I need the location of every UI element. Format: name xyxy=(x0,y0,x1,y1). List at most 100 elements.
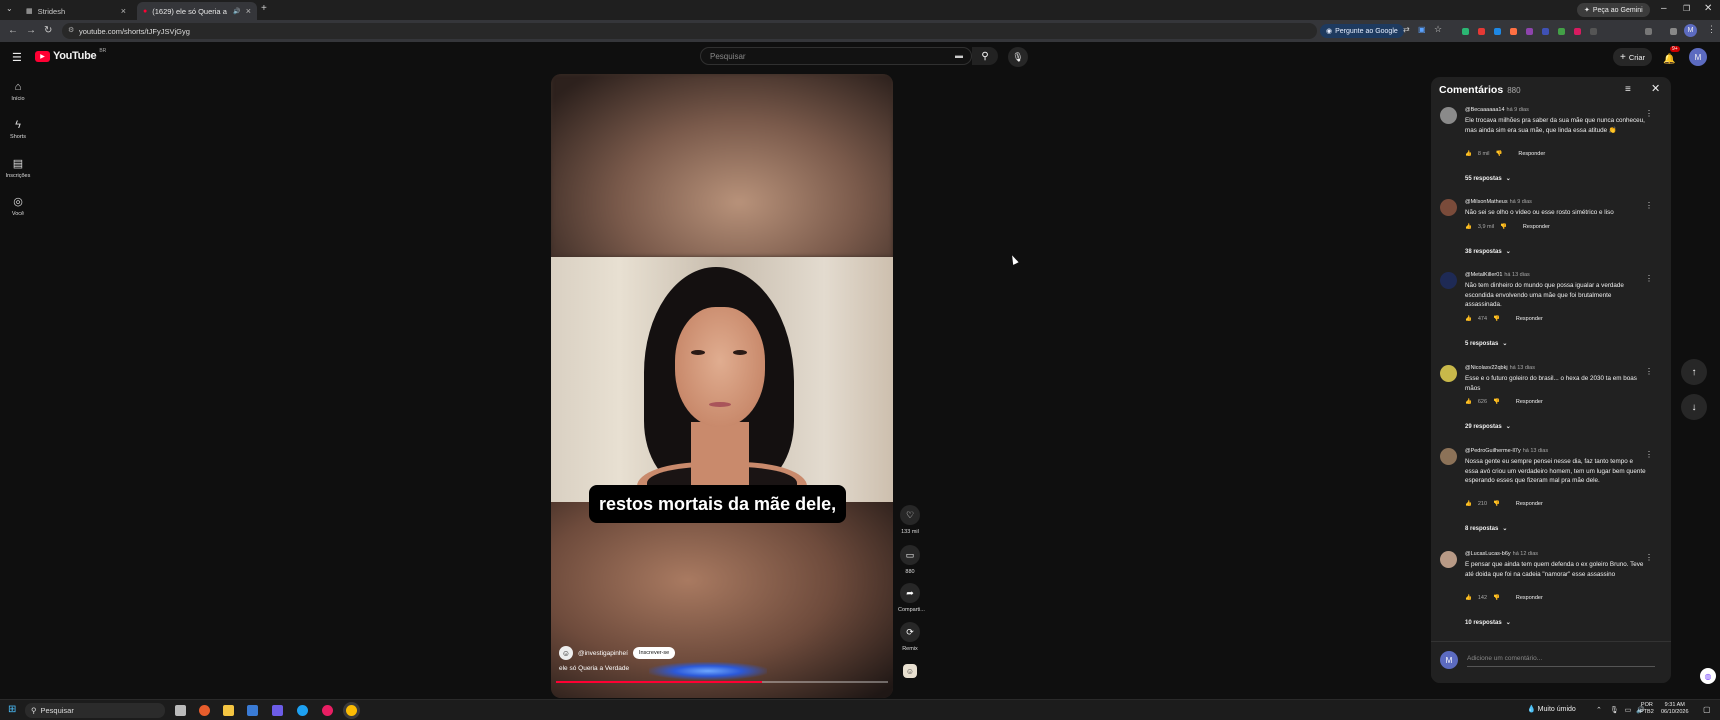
notification-center-icon[interactable]: ▢ xyxy=(1703,705,1711,714)
sidebar-item-home[interactable]: ⌂ Início xyxy=(2,81,34,102)
sort-icon[interactable]: ≡ xyxy=(1625,84,1631,95)
comments-button[interactable]: ▭ 880 xyxy=(898,545,922,575)
extension-icon[interactable] xyxy=(1510,28,1517,35)
next-video-button[interactable]: ↓ xyxy=(1681,394,1707,420)
ask-google-button[interactable]: ◉ Pergunte ao Google xyxy=(1320,24,1404,38)
address-bar[interactable]: ⚙ youtube.com/shorts/tJFyJSVjGyg xyxy=(62,23,1317,39)
comment-avatar[interactable] xyxy=(1440,199,1457,216)
language-indicator[interactable]: POR PTB2 xyxy=(1640,702,1654,716)
comment-time[interactable]: há 13 dias xyxy=(1510,365,1535,371)
minimize-icon[interactable]: – xyxy=(1661,3,1667,14)
youtube-logo[interactable]: ▶ YouTube BR xyxy=(35,48,106,62)
thumbs-down-icon[interactable]: 👎 xyxy=(1493,595,1500,601)
reload-icon[interactable]: ↻ xyxy=(44,25,52,36)
channel-avatar[interactable]: ☺ xyxy=(559,646,573,660)
windows-start-icon[interactable]: ⊞ xyxy=(8,704,16,715)
thumbs-down-icon[interactable]: 👎 xyxy=(1493,316,1500,322)
comment-author[interactable]: @MetalKiller01 xyxy=(1465,272,1502,278)
extension-icon[interactable] xyxy=(1542,28,1549,35)
thumbs-down-icon[interactable]: 👎 xyxy=(1500,224,1507,230)
task-view-icon[interactable] xyxy=(175,705,186,716)
thumbs-down-icon[interactable]: 👎 xyxy=(1495,151,1502,157)
profile-avatar[interactable]: M xyxy=(1684,24,1697,37)
thumbs-up-icon[interactable]: 👍 xyxy=(1465,501,1472,507)
comment-more-icon[interactable]: ⋮ xyxy=(1645,450,1653,459)
view-replies-button[interactable]: 5 respostas ⌄ xyxy=(1465,340,1507,347)
comment-author[interactable]: @Nicolasv22qbkj xyxy=(1465,365,1508,371)
comment-more-icon[interactable]: ⋮ xyxy=(1645,109,1653,118)
taskbar-search[interactable]: ⚲ Pesquisar xyxy=(25,703,165,718)
search-button[interactable]: ⚲ xyxy=(972,47,998,65)
extension-icon[interactable] xyxy=(1494,28,1501,35)
view-replies-button[interactable]: 29 respostas ⌄ xyxy=(1465,423,1511,430)
comment-author[interactable]: @MilsonMatheus xyxy=(1465,199,1508,205)
site-info-icon[interactable]: ⚙ xyxy=(68,26,74,34)
remix-button[interactable]: ⟳ Remix xyxy=(898,622,922,652)
view-replies-button[interactable]: 10 respostas ⌄ xyxy=(1465,619,1511,626)
extension-icon[interactable] xyxy=(1478,28,1485,35)
add-comment-input[interactable]: Adicione um comentário... xyxy=(1467,655,1542,662)
comment-author[interactable]: @PedroGuilherme-ll7y xyxy=(1465,448,1521,454)
sidebar-item-subscriptions[interactable]: ▤ Inscrições xyxy=(2,157,34,179)
extension-icon[interactable] xyxy=(1558,28,1565,35)
sidebar-item-you[interactable]: ◎ Você xyxy=(2,195,34,217)
forward-icon[interactable]: → xyxy=(26,25,36,36)
bookmark-star-icon[interactable]: ☆ xyxy=(1434,24,1442,35)
thumbs-up-icon[interactable]: 👍 xyxy=(1465,595,1472,601)
sidebar-item-shorts[interactable]: ϟ Shorts xyxy=(2,119,34,140)
comment-more-icon[interactable]: ⋮ xyxy=(1645,367,1653,376)
close-tab-icon[interactable]: × xyxy=(121,6,126,16)
previous-video-button[interactable]: ↑ xyxy=(1681,359,1707,385)
thumbs-up-icon[interactable]: 👍 xyxy=(1465,399,1472,405)
comment-time[interactable]: há 9 dias xyxy=(1507,107,1529,113)
media-app-icon[interactable] xyxy=(322,705,333,716)
thumbs-down-icon[interactable]: 👎 xyxy=(1493,501,1500,507)
install-app-icon[interactable]: ▣ xyxy=(1418,25,1426,34)
comment-author[interactable]: @LucasLucas-b6y xyxy=(1465,551,1511,557)
chat-bubble-icon[interactable]: ◍ xyxy=(1700,668,1716,684)
hamburger-menu-icon[interactable]: ☰ xyxy=(12,51,22,64)
tab-youtube[interactable]: ● (1629) ele só Queria a Verdade 🔊 × xyxy=(137,2,257,20)
browser-menu-icon[interactable]: ⋮ xyxy=(1707,24,1716,35)
close-window-icon[interactable]: ✕ xyxy=(1704,3,1712,14)
store-icon[interactable] xyxy=(247,705,258,716)
view-replies-button[interactable]: 55 respostas ⌄ xyxy=(1465,175,1511,182)
comment-author[interactable]: @Becaaaaaa14 xyxy=(1465,107,1505,113)
subscribe-button[interactable]: Inscrever-se xyxy=(632,647,676,659)
close-tab-icon[interactable]: × xyxy=(246,6,251,16)
view-replies-button[interactable]: 8 respostas ⌄ xyxy=(1465,525,1507,532)
tab-list-chevron-icon[interactable]: ⌄ xyxy=(6,4,13,13)
gemini-button[interactable]: ✦ Peça ao Gemini xyxy=(1577,3,1650,17)
reply-button[interactable]: Responder xyxy=(1516,399,1543,405)
close-icon[interactable]: ✕ xyxy=(1651,82,1660,95)
thumbs-up-icon[interactable]: 👍 xyxy=(1465,151,1472,157)
comment-time[interactable]: há 13 dias xyxy=(1523,448,1548,454)
extension-icon[interactable] xyxy=(1590,28,1597,35)
thumbs-down-icon[interactable]: 👎 xyxy=(1493,399,1500,405)
extension-icon[interactable] xyxy=(1574,28,1581,35)
network-icon[interactable]: ▭ xyxy=(1625,707,1632,714)
share-button[interactable]: ➦ Comparti... xyxy=(898,583,925,613)
reply-button[interactable]: Responder xyxy=(1516,595,1543,601)
notifications-button[interactable]: 🔔 9+ xyxy=(1663,46,1680,67)
comment-more-icon[interactable]: ⋮ xyxy=(1645,201,1653,210)
translate-icon[interactable]: ⇄ xyxy=(1403,25,1410,34)
comment-avatar[interactable] xyxy=(1440,365,1457,382)
comment-time[interactable]: há 9 dias xyxy=(1510,199,1532,205)
extensions-menu-icon[interactable] xyxy=(1645,28,1652,35)
reply-button[interactable]: Responder xyxy=(1516,316,1543,322)
like-button[interactable]: ♡ 133 mil xyxy=(898,505,922,535)
extension-icon[interactable] xyxy=(1526,28,1533,35)
audio-playing-icon[interactable]: 🔊 xyxy=(233,8,240,15)
comment-time[interactable]: há 13 dias xyxy=(1504,272,1529,278)
app-icon[interactable] xyxy=(199,705,210,716)
new-tab-icon[interactable]: + xyxy=(261,3,267,14)
comment-avatar[interactable] xyxy=(1440,551,1457,568)
app-icon[interactable] xyxy=(272,705,283,716)
tab-stridesh[interactable]: ▦ Stridesh × xyxy=(20,2,132,20)
tray-chevron-icon[interactable]: ⌃ xyxy=(1596,707,1602,714)
comment-avatar[interactable] xyxy=(1440,272,1457,289)
thumbs-up-icon[interactable]: 👍 xyxy=(1465,224,1472,230)
reply-button[interactable]: Responder xyxy=(1516,501,1543,507)
shorts-video-player[interactable]: restos mortais da mãe dele, ☺ @investiga… xyxy=(551,74,893,698)
